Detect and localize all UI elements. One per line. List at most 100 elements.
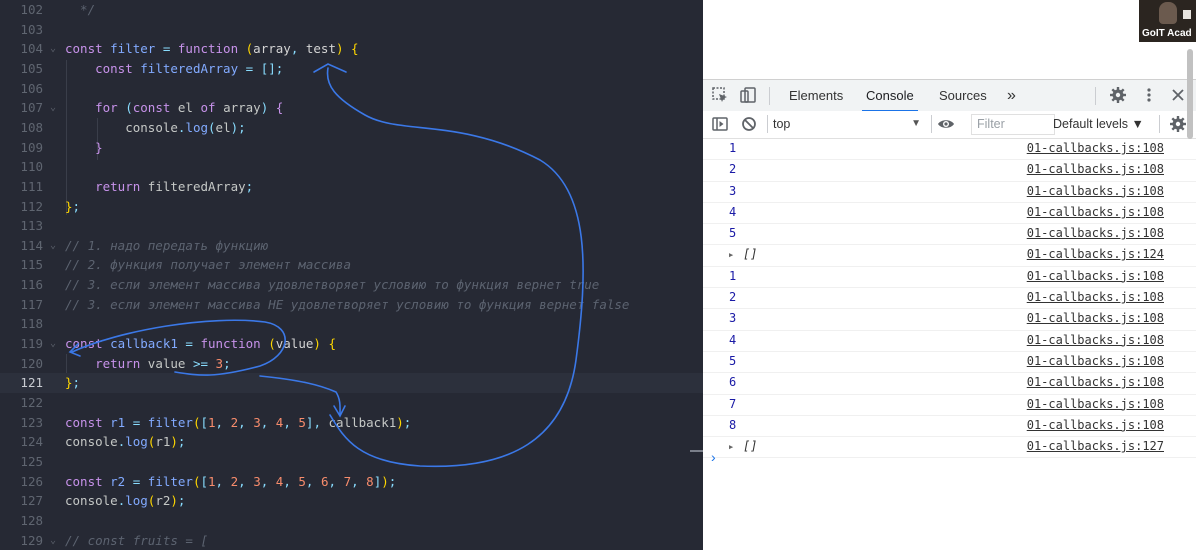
settings-gear-icon[interactable] xyxy=(1109,86,1127,104)
filter-input[interactable] xyxy=(971,114,1055,135)
code-line[interactable]: 106 xyxy=(0,79,703,99)
source-link[interactable]: 01-callbacks.js:108 xyxy=(1027,162,1164,176)
scrollbar-marker[interactable] xyxy=(690,450,703,452)
fold-chevron-icon[interactable]: ⌄ xyxy=(47,531,59,550)
line-number: 113 xyxy=(20,218,43,234)
source-link[interactable]: 01-callbacks.js:108 xyxy=(1027,375,1164,389)
code-token: function xyxy=(177,41,246,57)
code-line[interactable]: 120 return value >= 3; xyxy=(0,354,703,374)
line-number: 103 xyxy=(20,21,43,37)
source-link[interactable]: 01-callbacks.js:108 xyxy=(1027,311,1164,325)
code-line[interactable]: 119 ⌄ const callback1 = function (value) { xyxy=(0,334,703,354)
live-expression-eye-icon[interactable] xyxy=(937,115,955,133)
code-token: [ xyxy=(200,414,209,430)
console-settings-gear-icon[interactable] xyxy=(1169,115,1187,133)
source-link[interactable]: 01-callbacks.js:108 xyxy=(1027,418,1164,432)
code-token: , xyxy=(215,473,231,489)
code-token: filter xyxy=(147,414,193,430)
code-token: // 2. функция получает элемент массива xyxy=(65,257,351,273)
clear-console-icon[interactable] xyxy=(740,115,758,133)
code-token: , xyxy=(283,473,299,489)
console-prompt[interactable]: › xyxy=(711,449,716,465)
console-message: 2 01-callbacks.js:108 xyxy=(703,160,1196,182)
code-line[interactable]: 118 xyxy=(0,314,703,334)
code-token: ) xyxy=(170,434,178,450)
code-line[interactable]: 125 xyxy=(0,452,703,472)
tab-sources[interactable]: Sources xyxy=(939,80,987,111)
code-line[interactable]: 127 console.log(r2); xyxy=(0,491,703,511)
source-link[interactable]: 01-callbacks.js:108 xyxy=(1027,226,1164,240)
tab-elements[interactable]: Elements xyxy=(789,80,843,111)
source-link[interactable]: 01-callbacks.js:124 xyxy=(1027,247,1164,261)
line-number: 117 xyxy=(20,296,43,312)
log-levels-dropdown[interactable]: Default levels ▼ xyxy=(1053,114,1144,134)
line-number: 104 xyxy=(20,41,43,57)
code-line[interactable]: 128 xyxy=(0,511,703,531)
expandable-array-value[interactable]: [] xyxy=(729,247,757,261)
code-token: { xyxy=(351,41,359,57)
code-token: r1 xyxy=(155,434,171,450)
code-token: ) xyxy=(396,414,404,430)
fold-chevron-icon[interactable]: ⌄ xyxy=(47,39,59,59)
fold-chevron-icon[interactable]: ⌄ xyxy=(47,334,59,354)
source-link[interactable]: 01-callbacks.js:127 xyxy=(1027,439,1164,453)
code-token: ; xyxy=(245,178,254,194)
code-line[interactable]: 108 console.log(el); xyxy=(0,118,703,138)
code-line[interactable]: 114 ⌄ // 1. надо передать функцию xyxy=(0,236,703,256)
code-line[interactable]: 116 // 3. если элемент массива удовлетвор… xyxy=(0,275,703,295)
console-message: 8 01-callbacks.js:108 xyxy=(703,416,1196,438)
code-line[interactable]: 122 xyxy=(0,393,703,413)
show-sidebar-icon[interactable] xyxy=(711,115,729,133)
code-editor[interactable]: 102 */103 104 ⌄ const filter = function (ar… xyxy=(0,0,703,550)
code-line[interactable]: 117 // 3. если элемент массива НЕ удовлет… xyxy=(0,295,703,315)
context-selector[interactable]: top ▼ xyxy=(773,114,923,134)
code-line[interactable]: 104 ⌄ const filter = function (array, test… xyxy=(0,39,703,59)
code-text: const filteredArray = []; xyxy=(65,59,283,79)
log-value: 8 xyxy=(729,417,737,432)
code-line[interactable]: 112}; xyxy=(0,197,703,217)
more-options-icon[interactable] xyxy=(1140,86,1158,104)
code-line[interactable]: 115 // 2. функция получает элемент массив… xyxy=(0,255,703,275)
line-number: 128 xyxy=(20,512,43,528)
code-line[interactable]: 113 xyxy=(0,216,703,236)
code-line[interactable]: 121}; xyxy=(0,373,703,394)
code-text: const r1 = filter([1, 2, 3, 4, 5], callb… xyxy=(65,413,411,433)
tab-console[interactable]: Console xyxy=(862,80,918,112)
source-link[interactable]: 01-callbacks.js:108 xyxy=(1027,354,1164,368)
code-line[interactable]: 109 } xyxy=(0,138,703,158)
line-number: 122 xyxy=(20,395,43,410)
code-line[interactable]: 105 const filteredArray = []; xyxy=(0,59,703,79)
fold-chevron-icon[interactable]: ⌄ xyxy=(47,236,59,256)
line-number: 102 xyxy=(20,2,43,17)
source-link[interactable]: 01-callbacks.js:108 xyxy=(1027,397,1164,411)
more-tabs-button[interactable]: » xyxy=(1007,80,1016,111)
code-line[interactable]: 111 return filteredArray; xyxy=(0,177,703,197)
source-link[interactable]: 01-callbacks.js:108 xyxy=(1027,333,1164,347)
code-line[interactable]: 102 */ xyxy=(0,0,703,20)
fold-chevron-icon[interactable]: ⌄ xyxy=(47,98,59,118)
device-toolbar-icon[interactable] xyxy=(739,86,757,104)
line-number: 110 xyxy=(20,159,43,175)
code-line[interactable]: 107 ⌄ for (const el of array) { xyxy=(0,98,703,118)
source-link[interactable]: 01-callbacks.js:108 xyxy=(1027,141,1164,155)
inspect-element-icon[interactable] xyxy=(711,86,729,104)
code-line[interactable]: 129 ⌄ // const fruits = [ xyxy=(0,531,703,550)
code-text: const r2 = filter([1, 2, 3, 4, 5, 6, 7, … xyxy=(65,472,396,492)
code-line[interactable]: 124 console.log(r1); xyxy=(0,432,703,452)
code-line[interactable]: 110 xyxy=(0,157,703,177)
code-line[interactable]: 126 const r2 = filter([1, 2, 3, 4, 5, 6, … xyxy=(0,472,703,492)
code-line[interactable]: 103 xyxy=(0,20,703,40)
code-line[interactable]: 123 const r1 = filter([1, 2, 3, 4, 5], ca… xyxy=(0,413,703,433)
source-link[interactable]: 01-callbacks.js:108 xyxy=(1027,184,1164,198)
source-link[interactable]: 01-callbacks.js:108 xyxy=(1027,269,1164,283)
source-link[interactable]: 01-callbacks.js:108 xyxy=(1027,290,1164,304)
source-link[interactable]: 01-callbacks.js:108 xyxy=(1027,205,1164,219)
code-token: for xyxy=(95,100,126,116)
code-token: const xyxy=(95,60,141,76)
line-number: 118 xyxy=(20,316,43,332)
expandable-array-value[interactable]: [] xyxy=(729,439,757,453)
scrollbar[interactable] xyxy=(1187,49,1193,139)
close-icon[interactable] xyxy=(1169,86,1187,104)
